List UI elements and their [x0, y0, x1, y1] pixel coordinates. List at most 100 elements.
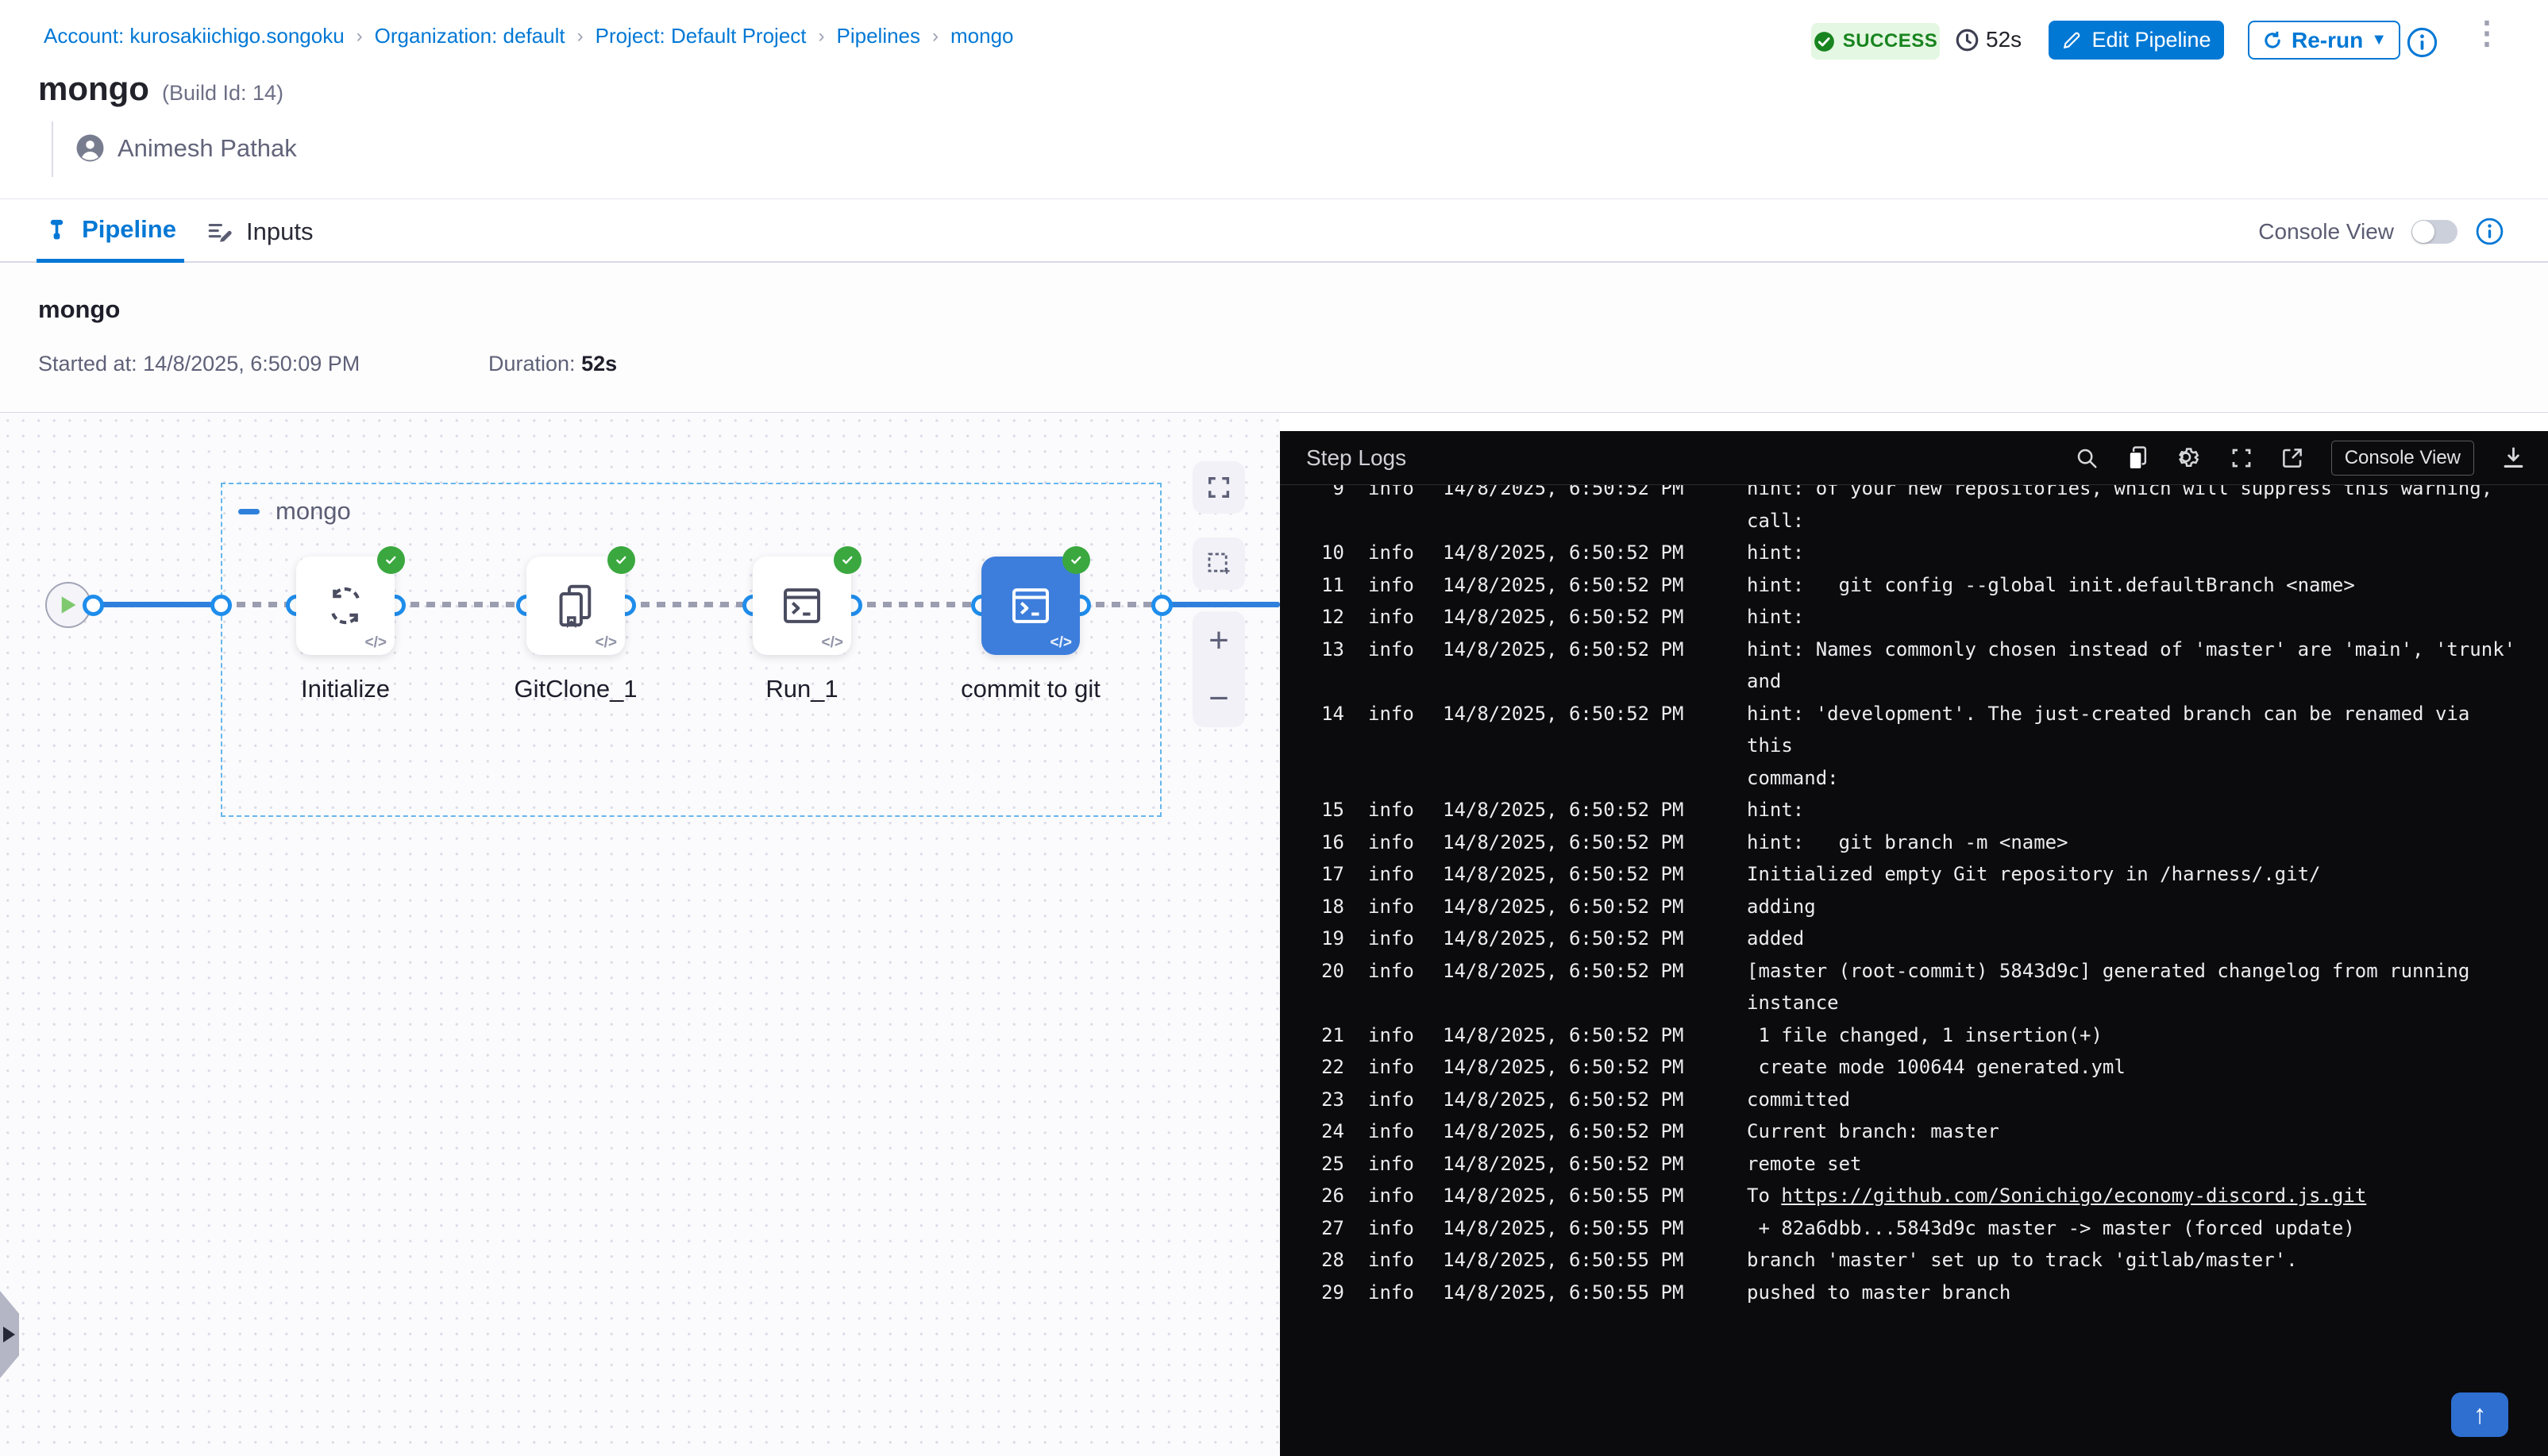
scroll-to-top-button[interactable]: ↑	[2451, 1392, 2508, 1437]
log-message-text: remote set	[1747, 1148, 2516, 1181]
log-level: info	[1368, 485, 1419, 537]
log-level: info	[1368, 634, 1419, 698]
log-copy-icon[interactable]	[2126, 445, 2149, 471]
log-line: 24info14/8/2025, 6:50:52 PMCurrent branc…	[1318, 1115, 2516, 1148]
zoom-out-button[interactable]: −	[1208, 681, 1229, 716]
tab-inputs[interactable]: Inputs	[206, 199, 313, 264]
log-settings-icon[interactable]	[2176, 445, 2203, 471]
log-level: info	[1368, 1148, 1419, 1181]
breadcrumb-separator: ›	[819, 25, 825, 48]
log-console-view-button[interactable]: Console View	[2331, 441, 2474, 476]
log-message: [master (root-commit) 5843d9c] generated…	[1747, 955, 2516, 1019]
log-line: 21info14/8/2025, 6:50:52 PM 1 file chang…	[1318, 1019, 2516, 1052]
log-message: adding	[1747, 891, 2516, 923]
log-line-number: 9	[1318, 485, 1344, 537]
log-message-text: hint: of your new repositories, which wi…	[1747, 485, 2516, 505]
log-level: info	[1368, 1051, 1419, 1084]
pipeline-info-icon[interactable]	[2406, 26, 2438, 59]
log-line-number: 17	[1318, 858, 1344, 891]
log-message: hint: 'development'. The just-created br…	[1747, 698, 2516, 795]
step-node-run-1[interactable]: </>	[753, 557, 851, 655]
log-line-number: 10	[1318, 537, 1344, 569]
breadcrumb-link[interactable]: Project: Default Project	[596, 24, 807, 48]
log-message: Current branch: master	[1747, 1115, 2516, 1148]
log-line-number: 27	[1318, 1212, 1344, 1245]
log-line-number: 15	[1318, 794, 1344, 826]
canvas-zoom-controls: + −	[1193, 611, 1245, 727]
log-line-number: 20	[1318, 955, 1344, 1019]
step-node-initialize[interactable]: </>	[296, 557, 395, 655]
play-icon	[59, 595, 78, 615]
log-search-icon[interactable]	[2075, 446, 2099, 470]
log-level: info	[1368, 1180, 1419, 1212]
log-message: hint:	[1747, 794, 2516, 826]
log-line-number: 13	[1318, 634, 1344, 698]
tab-bar: Pipeline Inputs Console View	[0, 198, 2548, 263]
log-message: hint:	[1747, 601, 2516, 634]
log-level: info	[1368, 891, 1419, 923]
log-link[interactable]: https://github.com/Sonichigo/economy-dis…	[1781, 1184, 2366, 1207]
breadcrumb-link[interactable]: Pipelines	[837, 24, 921, 48]
step-node-label: Run_1	[675, 675, 929, 703]
log-message-text: branch 'master' set up to track 'gitlab/…	[1747, 1244, 2516, 1277]
step-node-commit-to-git[interactable]: </>	[981, 557, 1080, 655]
more-options-icon[interactable]: ⋮	[2471, 17, 2503, 49]
log-level: info	[1368, 826, 1419, 859]
log-line-number: 19	[1318, 923, 1344, 955]
log-timestamp: 14/8/2025, 6:50:52 PM	[1443, 1019, 1699, 1052]
log-open-in-new-icon[interactable]	[2280, 446, 2304, 470]
tab-pipeline[interactable]: Pipeline	[37, 199, 184, 264]
log-timestamp: 14/8/2025, 6:50:55 PM	[1443, 1277, 1699, 1309]
expand-left-panel-handle[interactable]	[0, 1291, 19, 1378]
log-level: info	[1368, 698, 1419, 795]
step-node-gitclone-1[interactable]: </>	[526, 557, 625, 655]
expand-arrow-icon	[3, 1327, 15, 1342]
breadcrumb-link[interactable]: Organization: default	[375, 24, 565, 48]
log-fullscreen-icon[interactable]	[2230, 446, 2253, 470]
log-line-number: 11	[1318, 569, 1344, 602]
collapse-group-icon[interactable]	[238, 509, 260, 514]
rerun-caret-icon[interactable]: ▼	[2371, 31, 2387, 49]
log-level: info	[1368, 1244, 1419, 1277]
success-check-icon	[834, 546, 862, 574]
log-message-text: hint:	[1747, 601, 2516, 634]
canvas-select-button[interactable]	[1193, 537, 1245, 590]
log-message-text: [master (root-commit) 5843d9c] generated…	[1747, 955, 2516, 988]
console-view-toggle[interactable]	[2411, 220, 2457, 244]
canvas-fullscreen-button[interactable]	[1193, 461, 1245, 514]
log-message-text: pushed to master branch	[1747, 1277, 2516, 1309]
edit-pipeline-button[interactable]: Edit Pipeline	[2049, 21, 2224, 60]
log-timestamp: 14/8/2025, 6:50:52 PM	[1443, 537, 1699, 569]
pipeline-canvas[interactable]: mongo </>Initialize</>GitClone_1</>Run_1…	[0, 413, 1280, 1456]
clock-icon	[1955, 28, 1979, 52]
log-line: 13info14/8/2025, 6:50:52 PMhint: Names c…	[1318, 634, 2516, 698]
breadcrumb-link[interactable]: mongo	[950, 24, 1014, 48]
console-view-info-icon[interactable]	[2475, 217, 2504, 246]
code-glyph-icon: </>	[1050, 634, 1072, 652]
log-level: info	[1368, 923, 1419, 955]
log-download-icon[interactable]	[2501, 445, 2526, 470]
author-divider	[52, 121, 53, 177]
log-level: info	[1368, 1212, 1419, 1245]
toggle-knob	[2412, 221, 2434, 243]
log-message-text: hint:	[1747, 794, 2516, 826]
step-node-label: Initialize	[218, 675, 472, 703]
log-line-number: 29	[1318, 1277, 1344, 1309]
log-message-text: 1 file changed, 1 insertion(+)	[1747, 1019, 2516, 1052]
connector-port	[210, 595, 232, 616]
log-output[interactable]: 9 info 14/8/2025, 6:50:52 PM hint: of your …	[1280, 485, 2548, 1456]
zoom-in-button[interactable]: +	[1208, 623, 1229, 658]
log-level: info	[1368, 1277, 1419, 1309]
log-line: 17info14/8/2025, 6:50:52 PMInitialized e…	[1318, 858, 2516, 891]
sync-icon	[322, 583, 368, 629]
log-line: 23info14/8/2025, 6:50:52 PMcommitted	[1318, 1084, 2516, 1116]
breadcrumb-link[interactable]: Account: kurosakiichigo.songoku	[44, 24, 345, 48]
log-message-text: To	[1747, 1184, 1781, 1207]
step-logs-title: Step Logs	[1306, 445, 1406, 471]
duration-value: 52s	[581, 352, 617, 376]
pencil-icon	[2061, 30, 2082, 51]
run-summary: mongo Started at: 14/8/2025, 6:50:09 PM …	[0, 263, 2548, 413]
rerun-button[interactable]: Re-run ▼	[2248, 21, 2400, 60]
log-message-text: committed	[1747, 1084, 2516, 1116]
log-message: remote set	[1747, 1148, 2516, 1181]
